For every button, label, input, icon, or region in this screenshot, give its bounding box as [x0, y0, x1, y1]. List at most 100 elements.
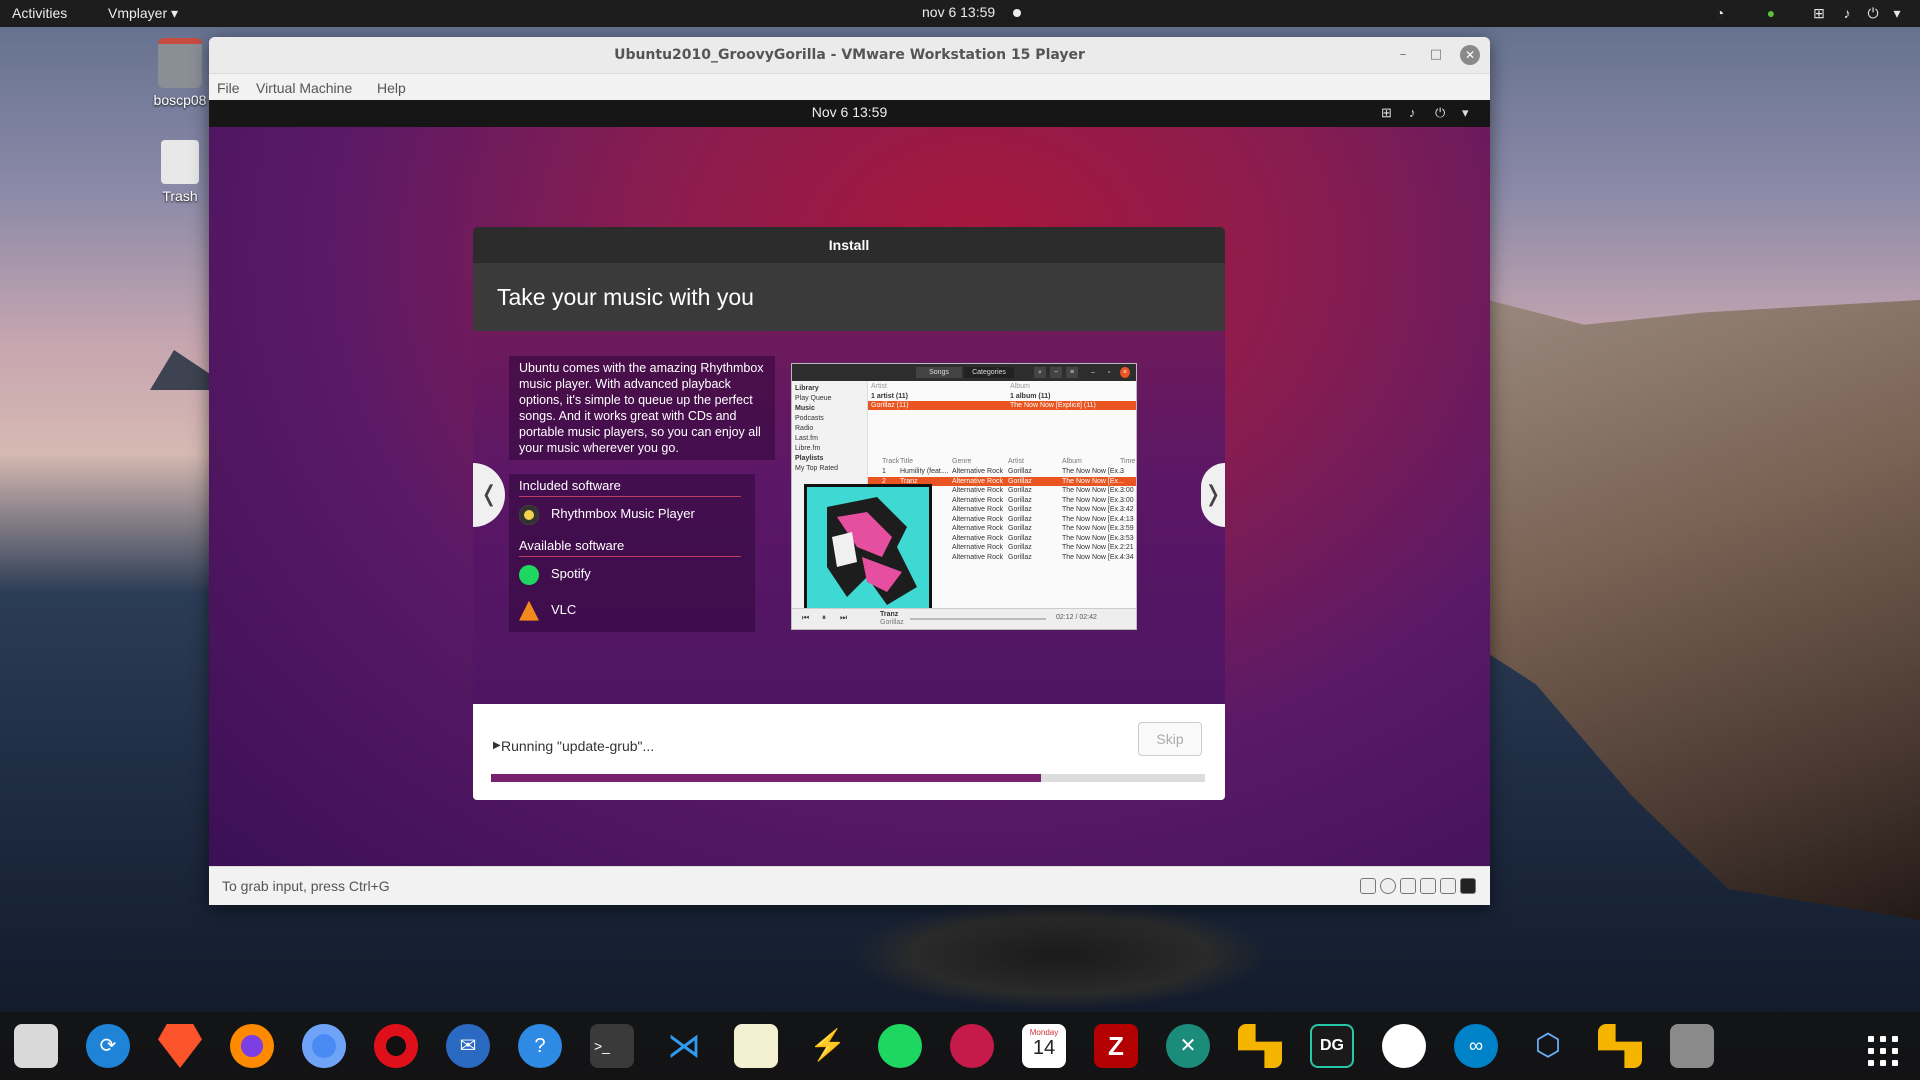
desktop-home-folder[interactable]: boscp08: [140, 38, 220, 108]
virtualbox-icon[interactable]: ⬡: [1526, 1024, 1570, 1068]
app-menu[interactable]: Vmplayer ▾: [108, 5, 178, 22]
installer-dialog: Install Take your music with you Ubuntu …: [473, 227, 1225, 800]
nextcloud-icon[interactable]: ∞: [1454, 1024, 1498, 1068]
guest-clock[interactable]: Nov 6 13:59: [209, 104, 1490, 120]
show-applications-icon[interactable]: [1868, 1036, 1898, 1066]
rb-time: 02:12 / 02:42: [1056, 614, 1097, 621]
sound-icon[interactable]: [1440, 878, 1456, 894]
rb-col-album: Album: [1062, 458, 1082, 465]
rb-album-selected: The Now Now [Explicit] (11): [1010, 402, 1096, 409]
datagrip-icon[interactable]: DG: [1310, 1024, 1354, 1068]
power-icon[interactable]: ⏻: [1864, 4, 1882, 22]
rb-seek-bar: [910, 618, 1046, 620]
available-software-heading: Available software: [519, 538, 741, 557]
progress-panel: ▶ Running "update-grub"... Skip: [473, 704, 1225, 800]
guest-power-icon[interactable]: ⏻: [1435, 105, 1445, 121]
opera-icon[interactable]: [374, 1024, 418, 1068]
spotify-icon: [519, 564, 539, 585]
chevron-down-icon[interactable]: ▾: [1888, 4, 1906, 22]
progress-status[interactable]: Running "update-grub"...: [501, 738, 654, 754]
rb-track-title: Humility (feat....: [900, 468, 949, 475]
available-item-spotify: Spotify: [519, 562, 591, 586]
guest-display[interactable]: Nov 6 13:59 ⊞ ♪ ⏻ ▾ Install Take your mu…: [209, 100, 1490, 866]
rb-col-genre: Genre: [952, 458, 972, 465]
lightning-icon[interactable]: ⚡: [806, 1024, 850, 1068]
rb-sidebar-lastfm: Last.fm: [795, 435, 818, 442]
next-slide-button[interactable]: ❭: [1201, 463, 1225, 527]
expander-arrow-icon[interactable]: ▶: [493, 740, 501, 751]
rb-next-icon: ⏭: [840, 613, 848, 622]
rb-track-genre: Alternative Rock: [952, 487, 1003, 494]
rb-track-artist: Gorillaz: [1008, 544, 1032, 551]
vmware-icon[interactable]: [1238, 1024, 1282, 1068]
rb-track-time: 4:34: [1120, 553, 1134, 561]
minimize-button[interactable]: –: [1395, 47, 1411, 63]
rb-artist-selected: Gorillaz (11): [871, 402, 909, 409]
slide-title: Take your music with you: [473, 263, 1225, 331]
chromium-icon[interactable]: [302, 1024, 346, 1068]
maximize-button[interactable]: □: [1428, 47, 1444, 63]
rb-col-title: Title: [900, 458, 913, 465]
filezilla-icon[interactable]: Z: [1094, 1024, 1138, 1068]
rb-track-genre: Alternative Rock: [952, 506, 1003, 513]
guest-volume-icon[interactable]: ♪: [1409, 105, 1416, 120]
raspberry-pi-icon[interactable]: [950, 1024, 994, 1068]
close-button[interactable]: ✕: [1460, 45, 1480, 65]
rb-close-icon: ×: [1120, 367, 1130, 378]
vmware-player-icon[interactable]: [1598, 1024, 1642, 1068]
rb-track-artist: Gorillaz: [1008, 525, 1032, 532]
rb-artist-count: 1 artist (11): [871, 393, 908, 400]
rb-track-album: The Now Now [Ex...: [1062, 544, 1124, 551]
rb-max-icon: ▫: [1107, 369, 1111, 376]
rb-track-artist: Gorillaz: [1008, 477, 1032, 485]
dock: ⟳ ✉ ? >_ ⋊ ⚡ Monday 14 Z ✕ DG ∞ ⬡: [0, 1012, 1920, 1080]
files-icon[interactable]: [14, 1024, 58, 1068]
harddisk-icon[interactable]: [1360, 878, 1376, 894]
rb-artist-header: Artist: [871, 383, 887, 390]
rhythmbox-screenshot: Songs Categories ⌕ − ≡ – ▫ × Library Pla…: [791, 363, 1137, 630]
menu-help[interactable]: Help: [377, 80, 406, 96]
rb-col-time: Time: [1120, 458, 1136, 465]
rb-col-track: Track: [882, 458, 900, 465]
rb-browser-all: 1 artist (11) 1 album (11): [868, 392, 1136, 401]
timeshift-tray-icon[interactable]: ◔: [1711, 4, 1729, 22]
rb-track-genre: Alternative Rock: [952, 544, 1003, 551]
check-tray-icon[interactable]: ●: [1762, 4, 1780, 22]
rb-sidebar-podcasts: Podcasts: [795, 415, 824, 422]
guest-chevron-down-icon[interactable]: ▾: [1462, 105, 1469, 121]
vmware-menubar: File Virtual Machine Help: [209, 74, 1490, 100]
thunderbird-icon[interactable]: ✉: [446, 1024, 490, 1068]
spotify-dock-icon[interactable]: [878, 1024, 922, 1068]
timeshift-icon[interactable]: ⟳: [86, 1024, 130, 1068]
desktop-trash[interactable]: Trash: [140, 140, 220, 204]
help-icon[interactable]: ?: [518, 1024, 562, 1068]
volume-icon[interactable]: ♪: [1838, 4, 1856, 22]
clock[interactable]: nov 6 13:59: [922, 4, 995, 20]
wallpaper-cliff: [1440, 300, 1920, 920]
vmware-titlebar[interactable]: Ubuntu2010_GroovyGorilla - VMware Workst…: [209, 37, 1490, 74]
skip-button[interactable]: Skip: [1138, 722, 1202, 756]
rb-track-time: 3:42: [1120, 506, 1134, 513]
vscode-icon[interactable]: ⋊: [662, 1024, 706, 1068]
previous-slide-button[interactable]: ❬: [473, 463, 505, 527]
activities-button[interactable]: Activities: [12, 5, 67, 21]
terminal-icon[interactable]: >_: [590, 1024, 634, 1068]
remote-desktop-icon[interactable]: ✕: [1166, 1024, 1210, 1068]
rb-track-album: The Now Now [Ex...: [1062, 515, 1124, 523]
guest-network-icon[interactable]: ⊞: [1381, 105, 1392, 121]
slack-icon[interactable]: [1382, 1024, 1426, 1068]
rb-track-time: 3:00: [1120, 487, 1134, 494]
network-icon[interactable]: ⊞: [1810, 4, 1828, 22]
calendar-icon[interactable]: Monday 14: [1022, 1024, 1066, 1068]
firefox-icon[interactable]: [230, 1024, 274, 1068]
menu-file[interactable]: File: [217, 80, 240, 96]
display-icon[interactable]: [1460, 878, 1476, 894]
cd-icon[interactable]: [1380, 878, 1396, 894]
menu-virtual-machine[interactable]: Virtual Machine: [256, 80, 352, 96]
home-folder-label: boscp08: [153, 92, 207, 108]
printer-icon[interactable]: [1420, 878, 1436, 894]
disk-icon[interactable]: [1670, 1024, 1714, 1068]
brave-icon[interactable]: [158, 1024, 202, 1068]
network-adapter-icon[interactable]: [1400, 878, 1416, 894]
text-editor-icon[interactable]: [734, 1024, 778, 1068]
